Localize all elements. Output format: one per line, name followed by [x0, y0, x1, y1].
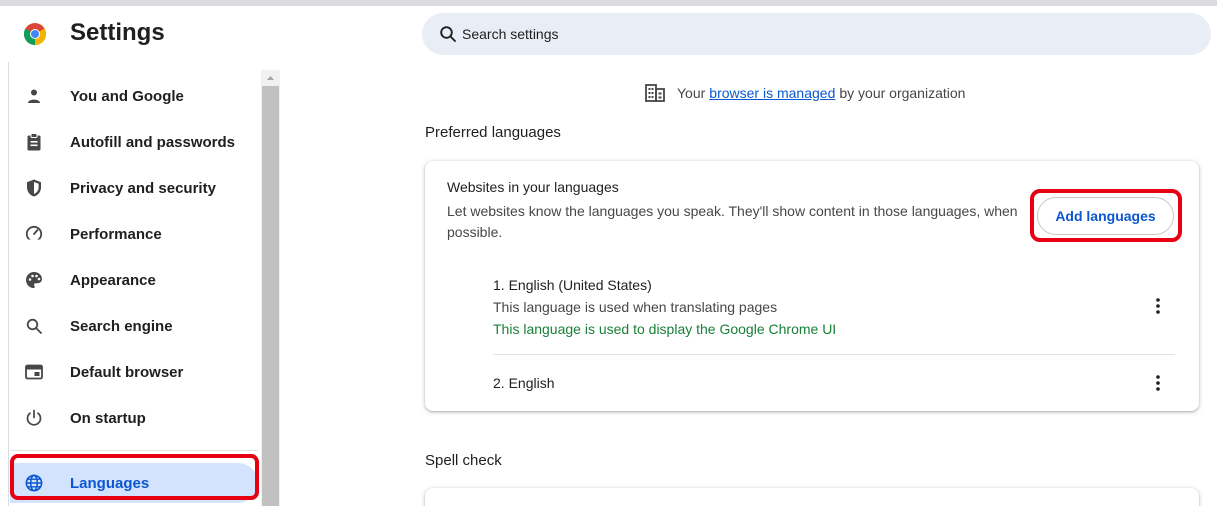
section-title-spell-check: Spell check: [425, 452, 502, 469]
managed-notice: Your browser is managed by your organiza…: [645, 83, 965, 103]
preferred-languages-card: Websites in your languages Let websites …: [425, 161, 1199, 411]
spell-check-card: [425, 488, 1199, 506]
browser-window-icon: [24, 362, 44, 382]
language-row-2: 2. English: [493, 372, 1175, 394]
sidebar-item-label: Languages: [70, 475, 150, 492]
sidebar-item-label: Autofill and passwords: [70, 134, 236, 151]
sidebar-item-on-startup[interactable]: On startup: [10, 398, 258, 438]
language-2-more-actions-icon[interactable]: [1144, 369, 1172, 397]
sidebar-item-autofill[interactable]: Autofill and passwords: [10, 122, 258, 162]
sidebar-item-you-and-google[interactable]: You and Google: [10, 76, 258, 116]
sidebar: Settings You and Google Autofill and pas…: [0, 6, 282, 506]
sidebar-item-label: You and Google: [70, 88, 184, 105]
sidebar-item-label: Performance: [70, 226, 162, 243]
managed-suffix: by your organization: [839, 85, 966, 101]
search-input[interactable]: [462, 13, 1162, 55]
search-bar[interactable]: [422, 13, 1211, 55]
clipboard-icon: [24, 132, 44, 152]
speedometer-icon: [24, 224, 44, 244]
scrollbar-thumb[interactable]: [262, 86, 279, 506]
card-heading: Websites in your languages: [447, 179, 619, 195]
sidebar-item-label: Appearance: [70, 272, 156, 289]
managed-prefix: Your: [677, 85, 706, 101]
scroll-up-arrow-icon[interactable]: [264, 72, 277, 84]
managed-link[interactable]: browser is managed: [709, 85, 835, 101]
language-1-more-actions-icon[interactable]: [1144, 292, 1172, 320]
sidebar-item-appearance[interactable]: Appearance: [10, 260, 258, 300]
row-divider: [493, 354, 1175, 355]
sidebar-item-label: On startup: [70, 410, 146, 427]
sidebar-item-privacy[interactable]: Privacy and security: [10, 168, 258, 208]
card-description: Let websites know the languages you spea…: [447, 203, 1018, 240]
power-icon: [24, 408, 44, 428]
add-languages-button[interactable]: Add languages: [1037, 197, 1174, 235]
sidebar-item-label: Search engine: [70, 318, 173, 335]
palette-icon: [24, 270, 44, 290]
ui-language-note: This language is used to display the Goo…: [493, 321, 837, 337]
globe-icon: [24, 473, 44, 493]
sidebar-item-default-browser[interactable]: Default browser: [10, 352, 258, 392]
sidebar-item-search-engine[interactable]: Search engine: [10, 306, 258, 346]
language-name: 1. English (United States): [493, 277, 652, 293]
sidebar-border: [8, 62, 9, 506]
language-name: 2. English: [493, 375, 555, 391]
shield-icon: [24, 178, 44, 198]
search-icon: [440, 26, 456, 42]
search-icon: [24, 316, 44, 336]
sidebar-item-performance[interactable]: Performance: [10, 214, 258, 254]
sidebar-item-label: Default browser: [70, 364, 184, 381]
translate-note: This language is used when translating p…: [493, 299, 778, 315]
building-icon: [645, 84, 665, 102]
section-title-preferred-languages: Preferred languages: [425, 124, 561, 141]
person-icon: [24, 86, 44, 106]
sidebar-item-languages[interactable]: Languages: [10, 463, 258, 503]
sidebar-divider: [10, 450, 258, 451]
page-title: Settings: [70, 19, 165, 46]
chrome-logo-icon: [24, 23, 46, 45]
language-row-1: 1. English (United States) This language…: [493, 274, 1175, 340]
sidebar-header: Settings: [0, 6, 282, 62]
sidebar-item-label: Privacy and security: [70, 180, 216, 197]
